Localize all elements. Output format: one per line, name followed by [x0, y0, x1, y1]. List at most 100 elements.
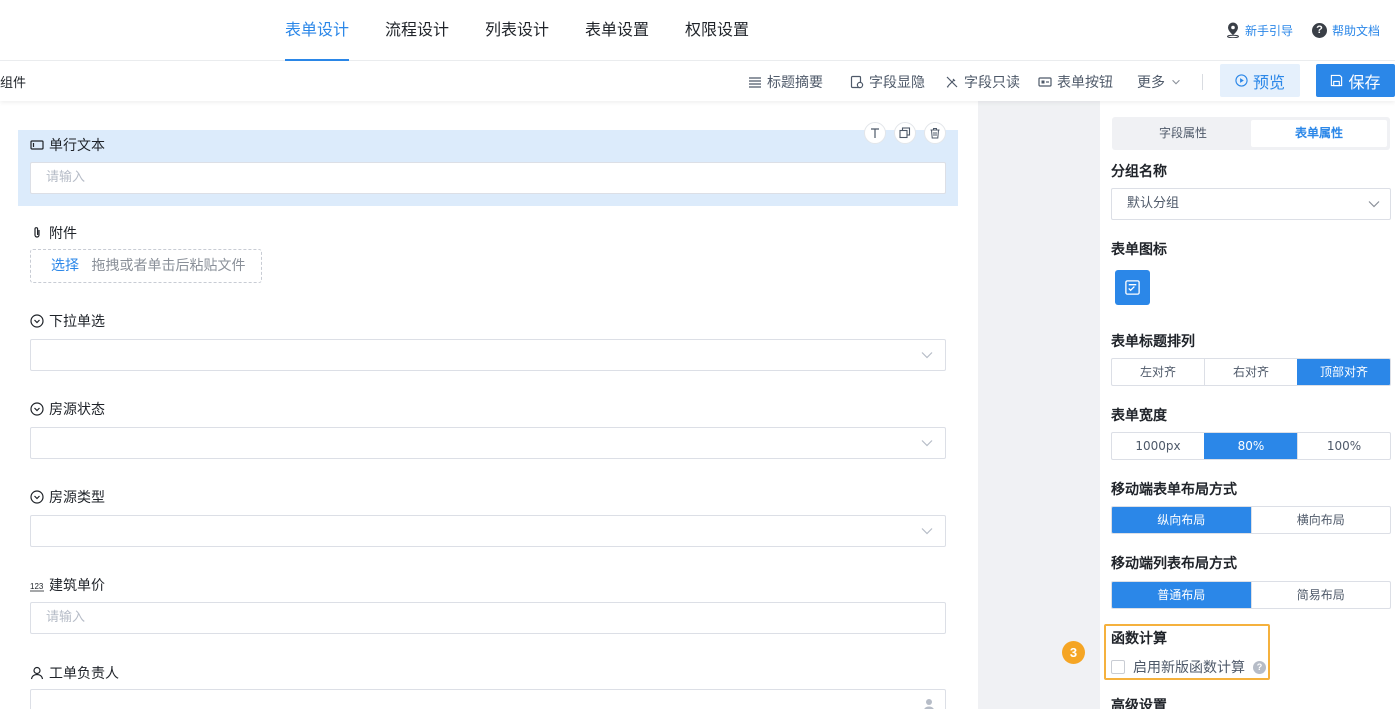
chevron-down-icon: [921, 528, 933, 535]
field-readonly-label: 字段只读: [964, 75, 1020, 91]
advanced-settings-title: 高级设置: [1111, 698, 1167, 709]
field-attachment: 附件 选择 拖拽或者单击后粘贴文件: [18, 220, 958, 290]
chevron-down-icon: [921, 352, 933, 359]
title-summary-button[interactable]: 标题摘要: [748, 72, 823, 92]
text-t-icon: [871, 128, 879, 138]
field-property-type: 房源类型: [18, 487, 958, 549]
form-buttons-button[interactable]: 表单按钮: [1038, 72, 1113, 92]
upload-dropzone[interactable]: 选择 拖拽或者单击后粘贴文件: [30, 249, 262, 283]
user-icon: [924, 699, 934, 709]
form-button-icon: [1038, 77, 1052, 87]
help-label: 帮助文档: [1332, 23, 1381, 38]
guide-link[interactable]: 新手引导: [1226, 20, 1293, 40]
group-name-value: 默认分组: [1127, 196, 1180, 211]
user-icon: [30, 666, 44, 680]
dropdown-select[interactable]: [30, 339, 946, 371]
width-80-option[interactable]: 80%: [1204, 433, 1297, 459]
normal-layout-option[interactable]: 普通布局: [1112, 582, 1251, 608]
save-button[interactable]: 保存: [1316, 64, 1395, 97]
align-left-option[interactable]: 左对齐: [1112, 359, 1204, 385]
field-single-line-text[interactable]: 单行文本 请输入: [18, 122, 958, 206]
field-label: 工单负责人: [49, 666, 119, 682]
field-tools: [864, 122, 946, 144]
title-summary-label: 标题摘要: [767, 75, 823, 91]
mobile-form-layout-options: 纵向布局 横向布局: [1111, 506, 1391, 534]
field-ticket-owner: 工单负责人: [18, 663, 958, 709]
properties-panel: 字段属性 表单属性 分组名称 默认分组 表单图标 表单标题排列 左对齐 右对齐 …: [1100, 101, 1395, 709]
tab-field-properties[interactable]: 字段属性: [1115, 120, 1251, 147]
trash-icon: [930, 128, 940, 139]
number-123-icon: 123: [30, 582, 44, 592]
form-canvas: 单行文本 请输入 附件 选择 拖拽或者单击后粘贴文件 下拉单选 房源状态 房源类…: [0, 101, 978, 709]
field-label: 附件: [49, 226, 77, 242]
tab-form-settings[interactable]: 表单设置: [585, 0, 649, 61]
dropdown-circle-icon: [30, 402, 44, 416]
help-docs-link[interactable]: ? 帮助文档: [1312, 20, 1380, 40]
save-label: 保存: [1348, 72, 1381, 92]
width-100-option[interactable]: 100%: [1297, 433, 1390, 459]
simple-layout-option[interactable]: 简易布局: [1250, 582, 1391, 608]
more-dropdown[interactable]: 更多: [1137, 72, 1182, 92]
field-unit-price: 123 建筑单价 请输入: [18, 575, 958, 637]
tab-flow-design[interactable]: 流程设计: [385, 0, 449, 61]
copy-field-button[interactable]: [894, 122, 916, 144]
play-circle-icon: [1235, 74, 1248, 87]
save-icon: [1331, 74, 1343, 87]
user-picker[interactable]: [30, 689, 946, 709]
paperclip-icon: [34, 227, 40, 238]
field-label: 房源类型: [49, 490, 105, 506]
toolbar-divider: [1202, 74, 1203, 90]
tab-form-design[interactable]: 表单设计: [285, 0, 350, 61]
dropdown-select[interactable]: [30, 427, 946, 459]
preview-button[interactable]: 预览: [1220, 64, 1300, 97]
preview-label: 预览: [1252, 72, 1285, 92]
field-visibility-icon: [850, 75, 864, 89]
form-width-options: 1000px 80% 100%: [1111, 432, 1391, 460]
form-width-title: 表单宽度: [1111, 408, 1167, 424]
chevron-down-icon: [1172, 79, 1180, 85]
title-align-title: 表单标题排列: [1111, 334, 1195, 350]
tab-form-properties[interactable]: 表单属性: [1251, 120, 1387, 147]
width-1000px-option[interactable]: 1000px: [1112, 433, 1204, 459]
title-summary-icon: [749, 77, 761, 88]
more-label: 更多: [1137, 75, 1165, 91]
location-pin-icon: [1227, 22, 1239, 38]
vertical-layout-option[interactable]: 纵向布局: [1112, 507, 1251, 533]
field-label: 单行文本: [49, 138, 105, 154]
field-label: 下拉单选: [49, 314, 105, 330]
field-dropdown-single: 下拉单选: [18, 311, 958, 373]
form-icon-title: 表单图标: [1111, 242, 1167, 258]
tab-list-design[interactable]: 列表设计: [485, 0, 549, 61]
align-top-option[interactable]: 顶部对齐: [1297, 359, 1390, 385]
dropdown-circle-icon: [30, 314, 44, 328]
number-input[interactable]: 请输入: [30, 602, 946, 634]
tab-permission-settings[interactable]: 权限设置: [685, 0, 749, 61]
choose-file-link[interactable]: 选择: [51, 258, 79, 274]
form-icon-picker[interactable]: [1115, 270, 1150, 305]
mobile-form-layout-title: 移动端表单布局方式: [1111, 482, 1237, 498]
step-badge: 3: [1062, 641, 1085, 664]
text-style-button[interactable]: [864, 122, 886, 144]
dropdown-circle-icon: [30, 490, 44, 504]
field-readonly-button[interactable]: 字段只读: [945, 72, 1020, 92]
group-name-select[interactable]: 默认分组: [1111, 188, 1391, 220]
delete-field-button[interactable]: [924, 122, 946, 144]
pencil-off-icon: [946, 76, 958, 88]
field-visibility-button[interactable]: 字段显隐: [850, 72, 925, 92]
components-panel-label[interactable]: 组件: [0, 72, 26, 91]
designer-toolbar: 组件 标题摘要 字段显隐 字段只读 表单按钮 更多 预览 保存: [0, 61, 1395, 101]
group-name-title: 分组名称: [1111, 164, 1167, 180]
chevron-down-icon: [921, 440, 933, 447]
align-right-option[interactable]: 右对齐: [1204, 359, 1297, 385]
field-label: 建筑单价: [49, 578, 105, 594]
dropdown-select[interactable]: [30, 515, 946, 547]
field-property-status: 房源状态: [18, 399, 958, 461]
horizontal-layout-option[interactable]: 横向布局: [1250, 507, 1391, 533]
property-tabs: 字段属性 表单属性: [1112, 117, 1390, 150]
form-checklist-icon: [1125, 280, 1140, 295]
top-nav-bar: 表单设计 流程设计 列表设计 表单设置 权限设置 新手引导 ? 帮助文档: [0, 0, 1395, 61]
text-input[interactable]: 请输入: [30, 162, 946, 194]
title-align-options: 左对齐 右对齐 顶部对齐: [1111, 358, 1391, 386]
mobile-list-layout-title: 移动端列表布局方式: [1111, 556, 1237, 572]
help-circle-icon: ?: [1312, 22, 1327, 38]
